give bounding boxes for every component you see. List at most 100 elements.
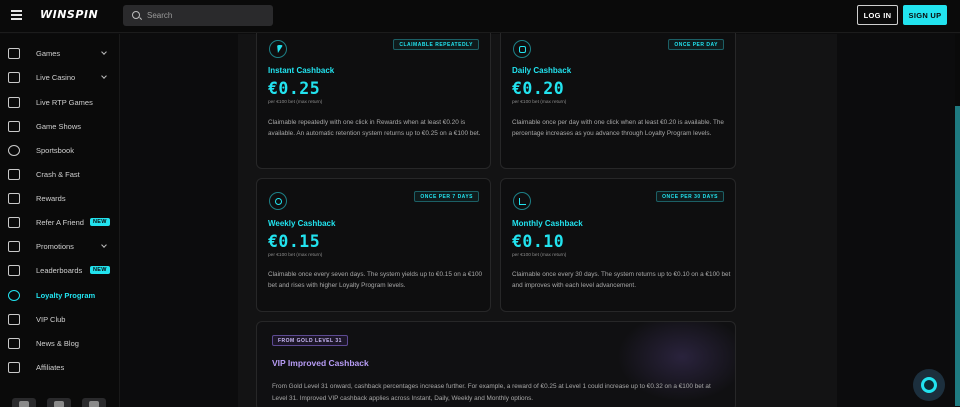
sidebar-item-label: Leaderboards [36,265,83,275]
sidebar-item-promotions[interactable]: Promotions [0,234,119,258]
crown-icon [8,313,20,325]
vip-level-tag: FROM GOLD LEVEL 31 [272,335,348,346]
menu-icon[interactable] [11,10,22,20]
gift-icon [8,240,20,252]
card-title: Daily Cashback [512,66,572,75]
card-description: Claimable once every 30 days. The system… [512,271,731,289]
live-chat-button[interactable] [913,369,945,401]
chat-icon [921,377,937,393]
amount-note: per €100 bet (max return) [268,100,323,105]
frequency-tag: ONCE PER 7 DAYS [414,191,479,202]
chevron-down-icon [101,49,107,55]
scrollbar-thumb[interactable] [955,106,960,406]
card-description: Claimable once per day with one click wh… [512,119,724,137]
logo[interactable]: WINSPIN [40,8,98,21]
sidebar-item-game-shows[interactable]: Game Shows [0,114,119,138]
theme-button[interactable] [12,398,36,407]
sidebar-item-label: News & Blog [36,338,79,348]
sidebar-item-label: Loyalty Program [36,290,96,300]
sidebar-item-label: Rewards [36,193,66,203]
sidebar-item-live-casino[interactable]: Live Casino [0,65,119,89]
sidebar-item-label: Crash & Fast [36,169,80,179]
sidebar-item-label: Games [36,48,61,58]
chevron-down-icon [101,73,107,79]
sidebar-item-crash-fast[interactable]: Crash & Fast [0,162,119,186]
sidebar-item-label: Sportsbook [36,145,74,155]
sidebar-item-loyalty-program[interactable]: Loyalty Program [0,283,119,307]
cashback-card-instant: CLAIMABLE REPEATEDLY Instant Cashback €0… [256,24,491,169]
frequency-tag: CLAIMABLE REPEATEDLY [393,39,479,50]
main-content: CLAIMABLE REPEATEDLY Instant Cashback €0… [238,24,837,407]
cashback-card-weekly: ONCE PER 7 DAYS Weekly Cashback €0.15 pe… [256,178,491,312]
news-icon [8,337,20,349]
sidebar-item-label: Promotions [36,241,74,251]
card-title: Monthly Cashback [512,219,583,228]
vip-title: VIP Improved Cashback [272,358,369,368]
cashback-amount: €0.15 [268,232,321,251]
affiliates-icon [8,361,20,373]
sidebar: Games Live Casino Live RTP Games Game Sh… [0,34,120,407]
sidebar-item-games[interactable]: Games [0,41,119,65]
language-button[interactable] [82,398,106,407]
sidebar-item-sportsbook[interactable]: Sportsbook [0,138,119,162]
trophy-icon [8,192,20,204]
vip-cashback-card: FROM GOLD LEVEL 31 VIP Improved Cashback… [256,321,736,407]
new-badge: NEW [90,266,110,274]
chevron-down-icon [101,242,107,248]
sidebar-item-vip-club[interactable]: VIP Club [0,307,119,331]
card-title: Weekly Cashback [268,219,336,228]
sidebar-item-news-blog[interactable]: News & Blog [0,331,119,355]
game-shows-icon [8,120,20,132]
bolt-icon [269,40,287,58]
top-header: WINSPIN LOG IN SIGN UP [0,0,960,33]
sidebar-footer [0,394,119,407]
new-badge: NEW [90,218,110,226]
refer-icon [8,216,20,228]
games-icon [8,47,20,59]
search-box[interactable] [123,5,273,26]
amount-note: per €100 bet (max return) [512,100,567,105]
calendar-icon [513,40,531,58]
cashback-card-daily: ONCE PER DAY Daily Cashback €0.20 per €1… [500,24,736,169]
sidebar-item-label: VIP Club [36,314,66,324]
sidebar-item-refer-a-friend[interactable]: Refer A Friend NEW [0,210,119,234]
leaderboard-icon [8,264,20,276]
mail-button[interactable] [47,398,71,407]
vip-description: From Gold Level 31 onward, cashback perc… [272,383,711,402]
frequency-tag: ONCE PER 30 DAYS [656,191,724,202]
sidebar-item-label: Live Casino [36,72,76,82]
sidebar-item-rewards[interactable]: Rewards [0,186,119,210]
page-scrollbar[interactable] [955,34,960,407]
frequency-tag: ONCE PER DAY [668,39,724,50]
cashback-amount: €0.20 [512,79,565,98]
sidebar-item-label: Refer A Friend [36,217,84,227]
mail-icon [54,401,64,407]
card-title: Instant Cashback [268,66,335,75]
chart-icon [513,192,531,210]
sidebar-item-leaderboards[interactable]: Leaderboards NEW [0,258,119,282]
sidebar-item-live-rtp-games[interactable]: Live RTP Games [0,90,119,114]
theme-icon [19,401,29,407]
cashback-amount: €0.25 [268,79,321,98]
sidebar-item-affiliates[interactable]: Affiliates [0,355,119,379]
card-description: Claimable once every seven days. The sys… [268,271,483,289]
sidebar-item-label: Game Shows [36,121,82,131]
signup-button[interactable]: SIGN UP [903,5,947,25]
live-casino-icon [8,71,20,83]
cashback-card-monthly: ONCE PER 30 DAYS Monthly Cashback €0.10 … [500,178,736,312]
login-button[interactable]: LOG IN [857,5,898,25]
uk-flag-icon [89,401,99,407]
amount-note: per €100 bet (max return) [512,253,567,258]
crash-icon [8,168,20,180]
rtp-icon [8,96,20,108]
loyalty-icon [8,289,20,301]
clock-icon [269,192,287,210]
logo-text: WINSPIN [40,8,99,21]
sidebar-item-label: Affiliates [36,362,65,372]
cashback-amount: €0.10 [512,232,565,251]
card-description: Claimable repeatedly with one click in R… [268,119,481,137]
sportsbook-icon [8,144,20,156]
sidebar-item-label: Live RTP Games [36,97,93,107]
search-icon [132,11,140,19]
search-input[interactable] [147,8,267,23]
